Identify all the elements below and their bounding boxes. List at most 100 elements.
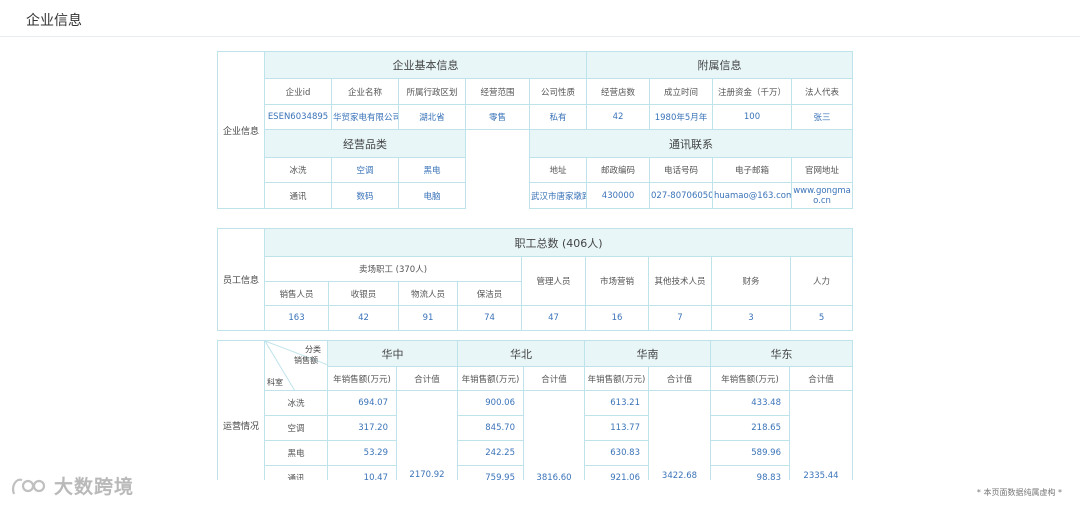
header-company-id: 企业id <box>264 78 332 105</box>
header-total: 合计值 <box>396 366 458 391</box>
value-company-id: ESEN6034895 <box>264 104 332 130</box>
category-cell: 数码 <box>331 182 399 209</box>
header-founded: 成立时间 <box>649 78 714 105</box>
sales-value: 53.29 <box>327 440 397 466</box>
staff-info-table: 员工信息 职工总数 (406人) 卖场职工 (370人) 管理人员 市场营销 其… <box>217 228 854 331</box>
value-stores: 42 <box>586 104 651 130</box>
header-annual-sales: 年销售额(万元) <box>584 366 649 391</box>
header-logistics: 物流人员 <box>398 281 458 306</box>
ops-corner-cell: 分类 销售额 科室 <box>264 340 328 391</box>
category-cell: 电脑 <box>398 182 466 209</box>
header-annual-sales: 年销售额(万元) <box>457 366 524 391</box>
row-label: 黑电 <box>264 440 328 466</box>
sales-value: 433.48 <box>710 390 790 416</box>
header-stores: 经营店数 <box>586 78 651 105</box>
header-annual-sales: 年销售额(万元) <box>710 366 790 391</box>
value-founded: 1980年5月年 <box>649 104 714 130</box>
region-huabei: 华北 <box>457 340 585 367</box>
header-region: 所属行政区划 <box>398 78 466 105</box>
value-scope: 零售 <box>465 104 530 130</box>
row-label: 通讯 <box>264 465 328 480</box>
sales-value: 113.77 <box>584 415 649 441</box>
header-annual-sales: 年销售额(万元) <box>327 366 397 391</box>
value-email: huamao@163.com <box>712 182 793 209</box>
category-cell: 黑电 <box>398 157 466 183</box>
value-phone: 027-80706050 <box>649 182 714 209</box>
header-cleaner: 保洁员 <box>457 281 522 306</box>
value-management: 47 <box>521 305 586 331</box>
ops-clip: 运营情况 分类 销售额 科室 华中 华北 华南 华东 年销售额(万元) 合计值 … <box>217 340 853 480</box>
region-huanan: 华南 <box>584 340 711 367</box>
value-capital: 100 <box>712 104 793 130</box>
header-phone: 电话号码 <box>649 157 714 183</box>
footnote: * 本页面数据纯属虚构 * <box>976 488 1062 497</box>
sales-value: 900.06 <box>457 390 524 416</box>
value-cashier: 42 <box>328 305 399 331</box>
value-website: www.gongmao.cn <box>791 182 854 209</box>
value-company-name: 华贸家电有限公司 <box>331 104 399 130</box>
header-company-name: 企业名称 <box>331 78 399 105</box>
header-scope: 经营范围 <box>465 78 530 105</box>
header-website: 官网地址 <box>791 157 854 183</box>
header-total: 合计值 <box>648 366 711 391</box>
extra-info-title: 附属信息 <box>586 51 854 79</box>
category-cell: 通讯 <box>264 182 332 209</box>
table-gap <box>465 129 530 209</box>
header-email: 电子邮箱 <box>712 157 793 183</box>
sales-value: 845.70 <box>457 415 524 441</box>
sales-value: 218.65 <box>710 415 790 441</box>
header-finance: 财务 <box>711 256 791 306</box>
header-cashier: 收银员 <box>328 281 399 306</box>
value-address: 武汉市唐家墩路964号 <box>528 182 588 209</box>
header-management: 管理人员 <box>521 256 586 306</box>
watermark-logo-icon <box>12 478 46 494</box>
sales-value: 98.83 <box>710 465 790 480</box>
corner-category-label: 分类 <box>305 345 321 354</box>
header-nature: 公司性质 <box>528 78 588 105</box>
region-total: 3816.60 <box>523 390 585 480</box>
sales-value: 921.06 <box>584 465 649 480</box>
value-cleaner: 74 <box>457 305 522 331</box>
corner-subject-label: 科室 <box>267 378 283 387</box>
page-title: 企业信息 <box>26 13 82 29</box>
header-total: 合计值 <box>523 366 585 391</box>
sales-value: 694.07 <box>327 390 397 416</box>
row-label: 冰洗 <box>264 390 328 416</box>
sales-value: 613.21 <box>584 390 649 416</box>
sales-value: 317.20 <box>327 415 397 441</box>
staff-total-title: 职工总数 (406人) <box>263 228 854 257</box>
company-info-table: 企业信息 企业基本信息 附属信息 企业id 企业名称 所属行政区划 经营范围 公… <box>217 51 854 209</box>
value-region: 湖北省 <box>398 104 466 130</box>
sales-value: 630.83 <box>584 440 649 466</box>
row-label: 空调 <box>264 415 328 441</box>
staff-side-label: 员工信息 <box>217 228 265 331</box>
page-header: 企业信息 <box>0 0 1080 37</box>
corner-sales-label: 销售额 <box>294 356 318 365</box>
category-cell: 空调 <box>331 157 399 183</box>
header-total: 合计值 <box>789 366 853 391</box>
sales-value: 10.47 <box>327 465 397 480</box>
header-address: 地址 <box>528 157 588 183</box>
header-hr: 人力 <box>789 256 854 306</box>
header-marketing: 市场营销 <box>585 256 649 306</box>
categories-title: 经营品类 <box>264 129 466 158</box>
header-other-tech: 其他技术人员 <box>648 256 712 306</box>
watermark-text: 大数跨境 <box>54 476 135 498</box>
value-nature: 私有 <box>528 104 588 130</box>
ops-side-label: 运营情况 <box>217 340 265 480</box>
company-side-label: 企业信息 <box>217 51 265 209</box>
header-capital: 注册资金（千万） <box>712 78 793 105</box>
sales-value: 242.25 <box>457 440 524 466</box>
contact-title: 通讯联系 <box>528 129 854 158</box>
region-huadong: 华东 <box>710 340 853 367</box>
store-staff-group: 卖场职工 (370人) <box>264 256 522 282</box>
value-finance: 3 <box>711 305 791 331</box>
header-sales-staff: 销售人员 <box>264 281 329 306</box>
watermark: 大数跨境 <box>10 472 134 499</box>
region-total: 2335.44 <box>789 390 853 480</box>
region-huazhong: 华中 <box>327 340 458 367</box>
value-hr: 5 <box>789 305 854 331</box>
value-logistics: 91 <box>398 305 458 331</box>
region-total: 3422.68 <box>648 390 711 480</box>
basic-info-title: 企业基本信息 <box>263 51 588 79</box>
